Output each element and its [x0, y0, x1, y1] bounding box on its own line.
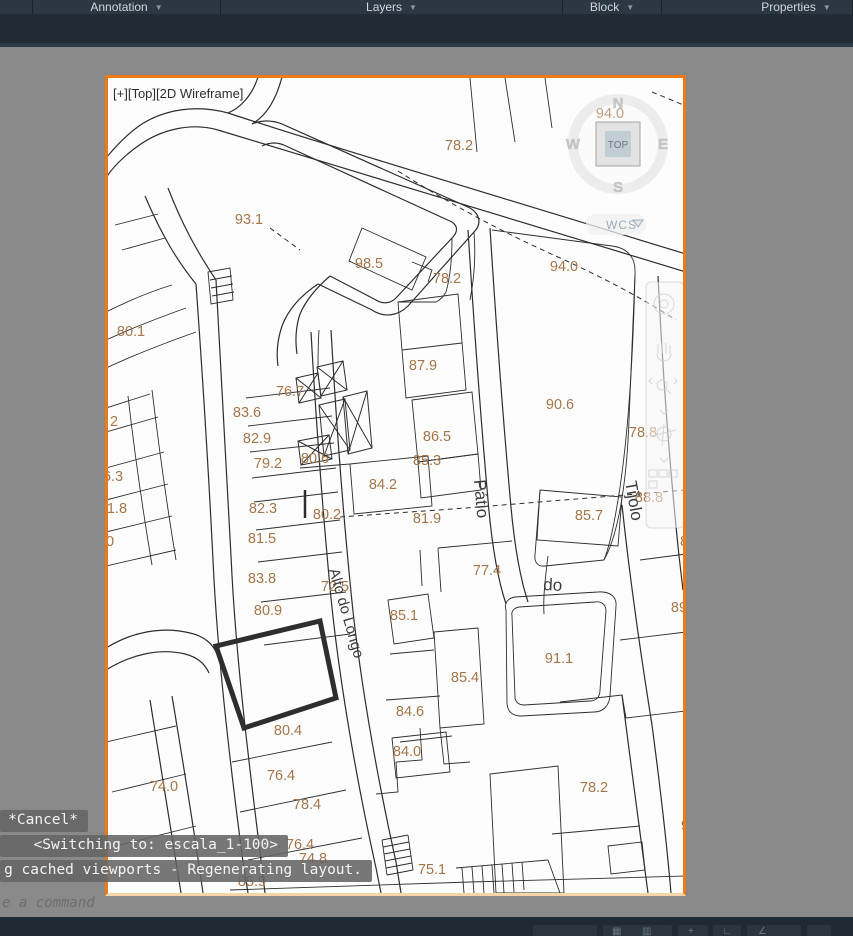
street-name-label: do: [543, 575, 563, 595]
chevron-down-icon: ▼: [626, 2, 635, 12]
viewcube-north[interactable]: N: [612, 95, 624, 112]
viewcube-west[interactable]: W: [566, 136, 581, 153]
menu-layers-label: Layers: [366, 0, 403, 14]
polar-icon[interactable]: ∟: [722, 926, 732, 936]
chevron-down-icon: ▼: [154, 2, 163, 12]
command-history-line: <Switching to: escala_1-100>: [0, 835, 288, 857]
elevation-label: 84.0: [393, 744, 421, 760]
elevation-label: 1.8: [108, 501, 127, 517]
snap-icon[interactable]: ▥: [642, 926, 651, 936]
elevation-label: 91.1: [545, 651, 573, 667]
elevation-label: 82.9: [243, 431, 271, 447]
wcs-label: WCS: [606, 218, 637, 232]
viewcube-face-label[interactable]: TOP: [608, 140, 629, 151]
street-name-label: Alto do Longo: [325, 566, 367, 660]
elevation-label: 78.4: [293, 797, 321, 813]
ribbon-menubar: Annotation ▼ Layers ▼ Block ▼ Properties…: [0, 0, 853, 14]
statusbar-button[interactable]: [747, 925, 801, 936]
elevation-label: 77.4: [473, 563, 501, 579]
navigation-bar[interactable]: [645, 281, 683, 529]
grid-icon[interactable]: ▦: [612, 926, 621, 936]
autocad-window: Annotation ▼ Layers ▼ Block ▼ Properties…: [0, 0, 853, 936]
elevation-label: 80.1: [117, 324, 145, 340]
elevation-label: 75.1: [418, 862, 446, 878]
elevation-label: 80.9: [254, 603, 282, 619]
elevation-label: 76.7: [276, 384, 304, 400]
viewcube-east[interactable]: E: [658, 136, 668, 153]
elevation-label: 76.4: [267, 768, 295, 784]
elevation-label: 81.9: [413, 511, 441, 527]
drawing-canvas[interactable]: 94.078.293.198.578.294.080.187.976.790.6…: [108, 78, 683, 893]
elevation-label: 82.3: [249, 501, 277, 517]
command-history-line: *Cancel*: [0, 810, 88, 832]
elevation-label: 85.7: [575, 508, 603, 524]
menu-block-label: Block: [589, 0, 620, 14]
ribbon-edge: [0, 43, 853, 47]
elevation-label: 85.1: [390, 608, 418, 624]
wcs-dropdown[interactable]: WCS: [586, 214, 646, 235]
ribbon-stub: [0, 0, 33, 14]
elevation-label: 87.9: [409, 358, 437, 374]
street-name-label: Pátio: [470, 479, 492, 519]
command-input[interactable]: e a command: [2, 895, 95, 911]
elevation-label: 74.0: [150, 779, 178, 795]
parcel-highlight[interactable]: [212, 617, 339, 732]
elevation-label: 98.5: [355, 256, 383, 272]
layout-viewport[interactable]: 94.078.293.198.578.294.080.187.976.790.6…: [105, 75, 686, 896]
elevation-label: 78.2: [433, 271, 461, 287]
street-name-label: Tijolo: [621, 479, 647, 522]
elevation-label: 89: [671, 600, 683, 616]
elevation-label: 0: [108, 534, 114, 550]
command-history-text: *Cancel*: [8, 812, 78, 828]
menu-annotation-label: Annotation: [90, 0, 148, 14]
elevation-label: 81.5: [248, 531, 276, 547]
elevation-label: 85.3: [413, 453, 441, 469]
elevation-label: 84.6: [396, 704, 424, 720]
elevation-label: 80.6: [301, 451, 329, 467]
elevation-label: 2: [110, 414, 118, 430]
status-bar: ▦ ▥ + ∟ ∠: [0, 917, 853, 936]
ortho-icon[interactable]: +: [688, 926, 694, 936]
elevation-label: 80.4: [274, 723, 302, 739]
menu-layers[interactable]: Layers ▼: [221, 0, 563, 14]
command-history-text: g cached viewports - Regenerating layout…: [4, 862, 362, 878]
elevation-label: 94.0: [550, 259, 578, 275]
statusbar-button[interactable]: [533, 925, 597, 936]
viewcube-south[interactable]: S: [613, 179, 623, 196]
menu-properties-label: Properties: [761, 0, 816, 14]
osnap-icon[interactable]: ∠: [758, 926, 767, 936]
viewport-label: [+][Top][2D Wireframe]: [113, 86, 243, 101]
menu-block[interactable]: Block ▼: [563, 0, 662, 14]
elevation-label: 84.2: [369, 477, 397, 493]
viewport-plus-control[interactable]: [+]: [113, 86, 128, 101]
elevation-label: 85.4: [451, 670, 479, 686]
elevation-label: 86.5: [423, 429, 451, 445]
elevation-label: 8: [680, 534, 683, 550]
menu-properties[interactable]: Properties ▼: [662, 0, 853, 14]
chevron-down-icon: ▼: [409, 2, 417, 12]
elevation-label: 9: [681, 818, 683, 834]
elevation-label: 90.6: [546, 397, 574, 413]
elevation-label: 79.2: [254, 456, 282, 472]
ribbon-panel-body: [0, 14, 853, 43]
elevation-label: 78.2: [580, 780, 608, 796]
elevation-label: 80.2: [313, 507, 341, 523]
command-history-line: g cached viewports - Regenerating layout…: [0, 860, 372, 882]
viewcube[interactable]: N W E S TOP: [566, 94, 668, 196]
viewport-view-control[interactable]: [Top]: [128, 86, 156, 101]
elevation-label: 83.6: [233, 405, 261, 421]
elevation-label: 93.1: [235, 212, 263, 228]
command-history-text: <Switching to: escala_1-100>: [33, 837, 278, 853]
elevation-label: 6.3: [108, 469, 123, 485]
menu-annotation[interactable]: Annotation ▼: [33, 0, 221, 14]
viewport-visualstyle-control[interactable]: [2D Wireframe]: [156, 86, 243, 101]
elevation-label: 83.8: [248, 571, 276, 587]
statusbar-button[interactable]: [807, 925, 831, 936]
chevron-down-icon: ▼: [822, 2, 831, 12]
elevation-label: 78.2: [445, 138, 473, 154]
